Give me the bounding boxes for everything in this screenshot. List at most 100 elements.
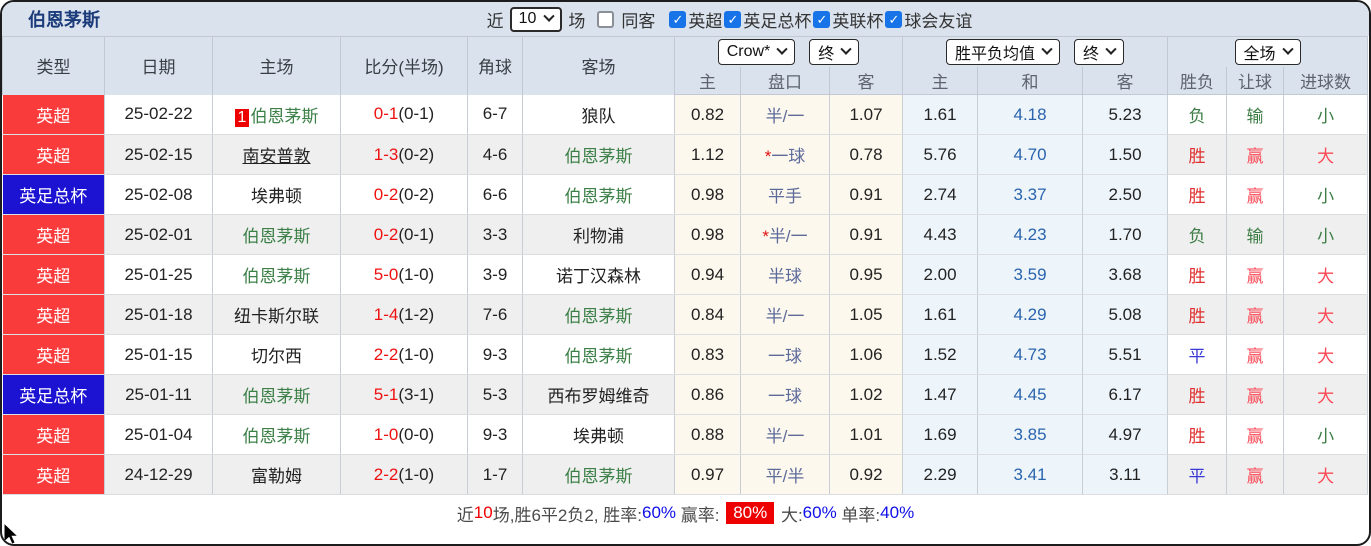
scope-select[interactable]: 全场 <box>1234 38 1301 65</box>
goals-result-cell: 大 <box>1283 254 1369 295</box>
match-row: 英超 25-01-18 纽卡斯尔联 1-4(1-2) 7-6 伯恩茅斯 0.84 半/一 1.0… <box>2 294 1369 335</box>
let-result-cell: 赢 <box>1226 134 1285 175</box>
home-team-link[interactable]: 1 伯恩茅斯 <box>212 94 341 135</box>
avg-odds-select[interactable]: 胜平负均值 <box>946 38 1061 65</box>
halftime-score: (0-1) <box>398 224 435 244</box>
away-team-link[interactable]: 伯恩茅斯 <box>522 294 675 335</box>
league-filter-group: ✓ 英超 ✓ 英足总杯 ✓ 英联杯 ✓ 球会友谊 <box>669 7 972 32</box>
summary-segment: 10 <box>473 503 493 522</box>
league-checkbox-label: 英足总杯 <box>743 11 812 31</box>
score-cell: 0-1(0-1) <box>340 94 468 135</box>
handicap-text: 半球 <box>768 267 802 286</box>
away-team-link[interactable]: 伯恩茅斯 <box>522 454 675 495</box>
match-date: 25-02-22 <box>104 94 213 135</box>
home-team-link[interactable]: 埃弗顿 <box>212 174 341 215</box>
match-row: 英超 25-01-04 伯恩茅斯 1-0(0-0) 9-3 埃弗顿 0.88 半/一 1.01 1… <box>2 414 1369 455</box>
away-team-link[interactable]: 利物浦 <box>522 214 675 255</box>
goals-result-cell: 大 <box>1283 294 1369 335</box>
away-team-link[interactable]: 伯恩茅斯 <box>522 174 675 215</box>
scope-select-group: 全场 <box>1167 36 1369 67</box>
halftime-score: (1-0) <box>398 344 435 364</box>
avg-away-odds: 5.51 <box>1082 334 1169 375</box>
crow-away-odds: 1.06 <box>829 334 904 375</box>
home-team-name: 切尔西 <box>251 347 302 366</box>
crow-home-odds: 0.98 <box>674 174 741 215</box>
match-tbody: 英超 25-02-22 1 伯恩茅斯 0-1(0-1) 6-7 狼队 0.82 半/一 1.07 1… <box>2 94 1369 495</box>
let-result-cell: 赢 <box>1226 454 1285 495</box>
home-team-link[interactable]: 伯恩茅斯 <box>212 414 341 455</box>
let-result-cell: 赢 <box>1226 414 1285 455</box>
league-type-badge: 英超 <box>2 334 105 375</box>
score-cell: 5-0(1-0) <box>340 254 468 295</box>
away-team-name: 伯恩茅斯 <box>564 147 633 166</box>
summary-segment: 单率: <box>836 505 881 525</box>
crow-home-odds: 0.82 <box>674 94 741 135</box>
league-checkbox[interactable]: ✓ <box>813 10 831 28</box>
goals-result-cell: 小 <box>1283 174 1369 215</box>
home-team-link[interactable]: 伯恩茅斯 <box>212 374 341 415</box>
avg-home-odds: 1.61 <box>902 94 979 135</box>
away-team-name: 伯恩茅斯 <box>564 187 633 206</box>
score-cell: 1-4(1-2) <box>340 294 468 335</box>
home-team-link[interactable]: 南安普敦 <box>212 134 341 175</box>
league-checkbox[interactable]: ✓ <box>724 10 742 28</box>
handicap-text: 一球 <box>771 147 806 166</box>
home-team-link[interactable]: 纽卡斯尔联 <box>212 294 341 335</box>
odds-company-select[interactable]: Crow* <box>717 38 796 65</box>
fulltime-score: 0-2 <box>373 224 399 244</box>
corner-cell: 3-3 <box>467 214 523 255</box>
match-date: 25-01-04 <box>104 414 213 455</box>
away-team-link[interactable]: 伯恩茅斯 <box>522 134 675 175</box>
crow-home-odds: 1.12 <box>674 134 741 175</box>
halftime-score: (0-1) <box>398 104 435 124</box>
avg-home-odds: 1.61 <box>902 294 979 335</box>
crow-away-odds: 0.95 <box>829 254 904 295</box>
home-team-link[interactable]: 伯恩茅斯 <box>212 254 341 295</box>
crow-away-odds: 0.91 <box>829 214 904 255</box>
avg-draw-odds: 4.45 <box>977 374 1084 415</box>
result-cell: 负 <box>1167 94 1228 135</box>
avg-draw-odds: 3.59 <box>977 254 1084 295</box>
avg-draw-odds: 3.37 <box>977 174 1084 215</box>
col-header-score: 比分(半场) <box>340 36 468 95</box>
away-team-link[interactable]: 埃弗顿 <box>522 414 675 455</box>
goals-result-cell: 小 <box>1283 214 1369 255</box>
crow-home-odds: 0.86 <box>674 374 741 415</box>
league-checkbox-label: 球会友谊 <box>904 11 973 31</box>
fulltime-score: 5-1 <box>373 384 399 404</box>
odds-final-select-2[interactable]: 终 <box>1074 38 1125 65</box>
avg-away-odds: 4.97 <box>1082 414 1169 455</box>
halftime-score: (1-0) <box>398 464 435 484</box>
handicap-cell: *一球 <box>740 134 830 175</box>
away-team-link[interactable]: 狼队 <box>522 94 675 135</box>
league-checkbox[interactable]: ✓ <box>885 10 903 28</box>
avg-away-odds: 2.50 <box>1082 174 1169 215</box>
crow-home-odds: 0.83 <box>674 334 741 375</box>
summary-segment: 80% <box>726 502 775 524</box>
league-checkbox[interactable]: ✓ <box>669 10 687 28</box>
home-team-link[interactable]: 切尔西 <box>212 334 341 375</box>
away-team-link[interactable]: 西布罗姆维奇 <box>522 374 675 415</box>
avg-away-odds: 3.11 <box>1082 454 1169 495</box>
handicap-text: 平手 <box>768 187 802 206</box>
away-team-link[interactable]: 诺丁汉森林 <box>522 254 675 295</box>
odds-final-select-1[interactable]: 终 <box>809 38 860 65</box>
same-opponent-checkbox[interactable] <box>597 10 615 28</box>
fulltime-score: 2-2 <box>373 464 399 484</box>
match-table: 类型 日期 主场 比分(半场) 角球 客场 Crow* 终 胜平负均值 终 全场… <box>2 36 1369 495</box>
league-checkbox-label: 英超 <box>688 11 723 31</box>
corner-cell: 7-6 <box>467 294 523 335</box>
chevron-down-icon <box>776 43 788 55</box>
away-team-link[interactable]: 伯恩茅斯 <box>522 334 675 375</box>
home-team-name: 伯恩茅斯 <box>242 387 311 406</box>
halftime-score: (1-0) <box>398 264 435 284</box>
home-team-link[interactable]: 富勒姆 <box>212 454 341 495</box>
result-cell: 平 <box>1167 334 1228 375</box>
sub-header-let: 让球 <box>1226 66 1285 95</box>
recent-count-select[interactable]: 10 <box>509 6 563 32</box>
goals-result-cell: 大 <box>1283 134 1369 175</box>
away-team-name: 伯恩茅斯 <box>564 347 633 366</box>
halftime-score: (0-2) <box>398 184 435 204</box>
home-team-link[interactable]: 伯恩茅斯 <box>212 214 341 255</box>
avg-away-odds: 1.50 <box>1082 134 1169 175</box>
